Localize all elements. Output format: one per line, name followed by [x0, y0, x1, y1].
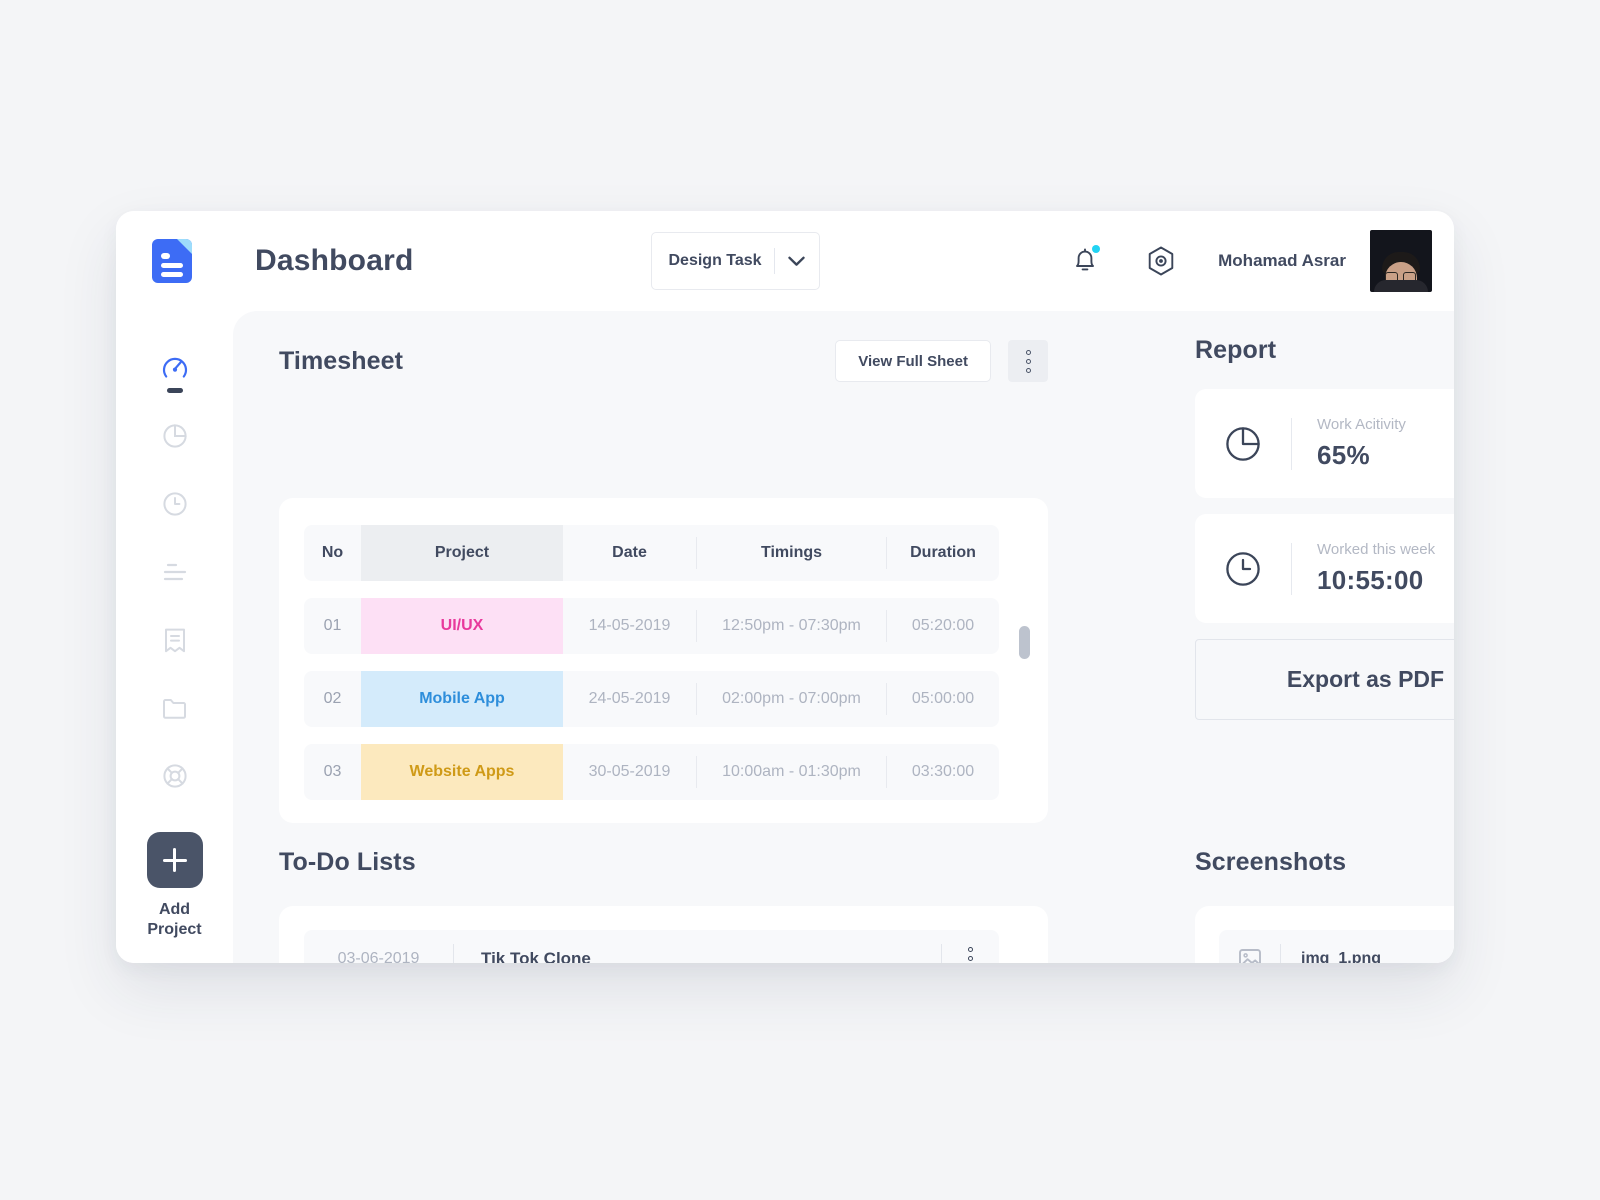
clock-icon	[1195, 546, 1291, 592]
plus-icon	[162, 848, 187, 872]
list-item[interactable]: img_1.png	[1219, 930, 1454, 963]
todo-name: Tik Tok Clone	[481, 948, 591, 964]
table-row[interactable]: 01 UI/UX 14-05-2019 12:50pm - 07:30pm 05…	[304, 598, 999, 654]
cell-no: 03	[323, 763, 342, 780]
timesheet-card: No Project Date Timings Duration 01 UI/U…	[279, 498, 1048, 823]
bookmark-icon	[164, 628, 185, 653]
worked-this-week-text: Worked this week 10:55:00	[1292, 541, 1435, 596]
list-lines-icon	[163, 563, 186, 581]
page-title: Dashboard	[255, 244, 414, 277]
top-bar-right: Mohamad Asrar	[1063, 230, 1454, 292]
cell-date: 30-05-2019	[588, 763, 671, 780]
user-name: Mohamad Asrar	[1218, 251, 1346, 270]
timesheet-title: Timesheet	[279, 346, 404, 375]
top-bar: Dashboard Design Task Mohamad Asrar	[116, 211, 1454, 311]
image-file-icon	[1219, 946, 1280, 963]
add-project-label-line2: Project	[147, 921, 202, 938]
work-activity-text: Work Acitivity 65%	[1292, 416, 1406, 471]
todo-title: To-Do Lists	[279, 848, 416, 876]
todo-more-button[interactable]	[941, 943, 999, 963]
cell-project: UI/UX	[361, 598, 563, 654]
task-select[interactable]: Design Task	[650, 232, 820, 290]
add-project-label-line1: Add	[158, 901, 191, 918]
cell-timings: 02:00pm - 07:00pm	[696, 683, 887, 715]
view-full-sheet-button[interactable]: View Full Sheet	[835, 340, 991, 382]
table-row[interactable]: 02 Mobile App 24-05-2019 02:00pm - 07:00…	[304, 671, 999, 727]
export-as-pdf-button[interactable]: Export as PDF	[1195, 639, 1454, 720]
app-window: Dashboard Design Task Mohamad Asrar Add …	[116, 211, 1454, 963]
sidebar-item-time[interactable]	[116, 470, 233, 538]
todo-list: 03-06-2019 Tik Tok Clone 08-06-2019 New …	[304, 930, 999, 963]
content-area: Timesheet View Full Sheet No Project Dat…	[233, 311, 1454, 963]
avatar[interactable]	[1370, 230, 1432, 292]
kebab-menu-icon	[1025, 349, 1031, 373]
worked-this-week-card: Worked this week 10:55:00	[1195, 514, 1454, 623]
column-header-no: No	[321, 544, 344, 561]
cell-project: Website Apps	[361, 744, 563, 800]
hexagon-settings-icon[interactable]	[1139, 239, 1183, 283]
work-activity-card: Work Acitivity 65%	[1195, 389, 1454, 498]
cell-duration: 05:20:00	[911, 617, 975, 634]
cell-no: 02	[323, 690, 342, 707]
screenshots-title: Screenshots	[1195, 848, 1347, 876]
work-activity-label: Work Acitivity	[1317, 416, 1406, 433]
todo-date: 03-06-2019	[337, 949, 420, 964]
document-icon	[152, 239, 192, 283]
timesheet-scrollbar-thumb[interactable]	[1019, 626, 1030, 659]
timesheet-header: Timesheet View Full Sheet	[279, 333, 1048, 389]
column-header-timings: Timings	[696, 537, 887, 569]
todo-card: 03-06-2019 Tik Tok Clone 08-06-2019 New …	[279, 906, 1048, 963]
screenshots-list: img_1.png	[1219, 930, 1454, 963]
cell-timings: 12:50pm - 07:30pm	[696, 610, 887, 642]
sidebar-item-reports[interactable]	[116, 402, 233, 470]
cell-duration: 05:00:00	[911, 690, 975, 707]
add-project-label: Add Project	[147, 900, 201, 940]
add-project[interactable]: Add Project	[146, 832, 203, 940]
task-select-value: Design Task	[668, 252, 762, 269]
folder-icon	[162, 699, 186, 719]
sidebar-item-dashboard[interactable]	[116, 334, 233, 402]
timesheet-table: No Project Date Timings Duration 01 UI/U…	[304, 525, 999, 800]
bell-icon[interactable]	[1063, 239, 1107, 283]
add-project-button[interactable]	[146, 832, 203, 888]
timesheet-more-button[interactable]	[1008, 340, 1048, 382]
speedometer-dashboard-icon	[162, 357, 187, 378]
worked-this-week-value: 10:55:00	[1317, 565, 1424, 595]
column-header-project: Project	[361, 525, 563, 581]
worked-this-week-label: Worked this week	[1317, 541, 1436, 558]
cell-date: 14-05-2019	[588, 617, 671, 634]
lifebuoy-support-icon	[162, 764, 187, 788]
cell-date: 24-05-2019	[588, 690, 671, 707]
pie-chart-icon	[1195, 421, 1291, 467]
cell-no: 01	[323, 617, 342, 634]
chevron-down-icon[interactable]	[775, 256, 819, 267]
report-title: Report	[1195, 336, 1277, 364]
screen: Dashboard Design Task Mohamad Asrar Add …	[0, 0, 1600, 1200]
cell-timings: 10:00am - 01:30pm	[696, 756, 887, 788]
work-activity-value: 65%	[1317, 440, 1370, 470]
sidebar-item-bookmarks[interactable]	[116, 606, 233, 674]
table-row[interactable]: 03 Website Apps 30-05-2019 10:00am - 01:…	[304, 744, 999, 800]
column-header-date: Date	[612, 544, 647, 561]
sidebar: Add Project	[116, 311, 233, 963]
sidebar-item-files[interactable]	[116, 674, 233, 742]
pie-chart-icon	[162, 424, 187, 448]
kebab-menu-icon	[968, 947, 973, 963]
clock-icon	[162, 492, 187, 516]
sidebar-item-list[interactable]	[116, 538, 233, 606]
screenshots-card: img_1.png	[1195, 906, 1454, 963]
sidebar-item-support[interactable]	[116, 742, 233, 810]
column-header-duration: Duration	[910, 544, 976, 561]
cell-project: Mobile App	[361, 671, 563, 727]
list-item[interactable]: 03-06-2019 Tik Tok Clone	[304, 930, 999, 963]
cell-duration: 03:30:00	[911, 763, 975, 780]
active-indicator	[166, 388, 183, 393]
screenshot-name: img_1.png	[1301, 949, 1382, 964]
table-header-row: No Project Date Timings Duration	[304, 525, 999, 581]
